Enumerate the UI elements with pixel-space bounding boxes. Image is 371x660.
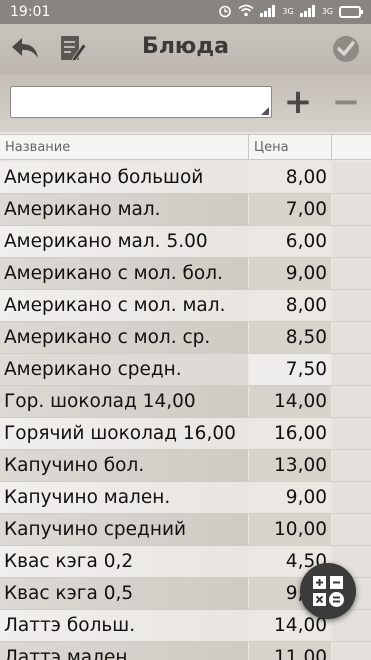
table-row[interactable]: Американо мал. 5.00 6,00 [0,226,371,258]
status-time: 19:01 [10,4,51,20]
table-row[interactable]: Гор. шоколад 14,00 14,00 [0,386,371,418]
cell-name: Американо с мол. ср. [0,322,248,353]
table-row[interactable]: Американо с мол. ср. 8,50 [0,322,371,354]
network-type-1: 3G [282,7,294,16]
cell-name: Капучино бол. [0,450,248,481]
column-divider [248,135,249,160]
cell-price: 14,00 [249,386,331,417]
dropdown-corner-icon [261,107,269,115]
cell-name: Горячий шоколад 16,00 [0,418,248,449]
cell-name: Американо мал. 5.00 [0,226,248,257]
search-row: + − [0,74,371,132]
table-row[interactable]: Капучино средний 10,00 [0,514,371,546]
cell-empty [332,642,371,660]
cell-name: Американо средн. [0,354,248,385]
cell-name: Гор. шоколад 14,00 [0,386,248,417]
table-row[interactable]: Латтэ мален. 11,00 [0,642,371,660]
battery-icon [339,6,363,18]
cell-empty [332,418,371,449]
cell-name: Капучино средний [0,514,248,545]
table-row[interactable]: Американо большой 8,00 [0,162,371,194]
alarm-icon [218,4,232,21]
table-row[interactable]: Капучино мален. 9,00 [0,482,371,514]
cell-name: Капучино мален. [0,482,248,513]
add-button[interactable]: + [282,85,314,119]
cell-price: 8,00 [249,290,331,321]
calculator-button[interactable] [300,563,356,619]
cell-price: 11,00 [249,642,331,660]
cell-empty [332,354,371,385]
column-header-price[interactable]: Цена [254,140,289,155]
column-header-name[interactable]: Название [5,140,70,155]
table-row[interactable]: Американо средн. 7,50 [0,354,371,386]
cell-empty [332,322,371,353]
table-row[interactable]: Американо с мол. бол. 9,00 [0,258,371,290]
cell-name: Американо с мол. бол. [0,258,248,289]
wifi-icon [238,4,254,20]
network-type-2: 3G [321,7,333,16]
checkmark-icon [333,36,359,62]
signal-icon [260,4,276,20]
cell-name: Квас кэга 0,5 [0,578,248,609]
app-header: Блюда [0,24,371,74]
calculator-icon [313,576,344,607]
cell-price: 6,00 [249,226,331,257]
cell-price: 9,00 [249,482,331,513]
cell-empty [332,482,371,513]
cell-price: 7,00 [249,194,331,225]
cell-empty [332,162,371,193]
signal-icon-2 [299,4,316,20]
cell-name: Американо мал. [0,194,248,225]
cell-price: 7,50 [249,354,331,385]
remove-button[interactable]: − [330,85,362,119]
cell-price: 10,00 [249,514,331,545]
table-row[interactable]: Капучино бол. 13,00 [0,450,371,482]
cell-name: Латтэ мален. [0,642,248,660]
cell-price: 13,00 [249,450,331,481]
search-input[interactable] [10,86,272,118]
table-header: Название Цена [0,134,371,160]
cell-name: Латтэ больш. [0,610,248,641]
cell-name: Квас кэга 0,2 [0,546,248,577]
cell-empty [332,258,371,289]
page-title: Блюда [142,34,229,59]
cell-price: 8,00 [249,162,331,193]
status-bar: 19:01 3G 3G [0,0,371,24]
cell-empty [332,386,371,417]
cell-empty [332,514,371,545]
cell-empty [332,194,371,225]
cell-empty [332,450,371,481]
cell-price: 8,50 [249,322,331,353]
table-row[interactable]: Американо мал. 7,00 [0,194,371,226]
column-divider [331,135,332,160]
confirm-button[interactable] [329,32,363,66]
status-icons: 3G 3G [218,4,363,21]
cell-price: 9,00 [249,258,331,289]
table-row[interactable]: Горячий шоколад 16,00 16,00 [0,418,371,450]
cell-price: 16,00 [249,418,331,449]
cell-name: Американо большой [0,162,248,193]
cell-empty [332,290,371,321]
cell-name: Американо с мол. мал. [0,290,248,321]
cell-empty [332,226,371,257]
table-row[interactable]: Американо с мол. мал. 8,00 [0,290,371,322]
